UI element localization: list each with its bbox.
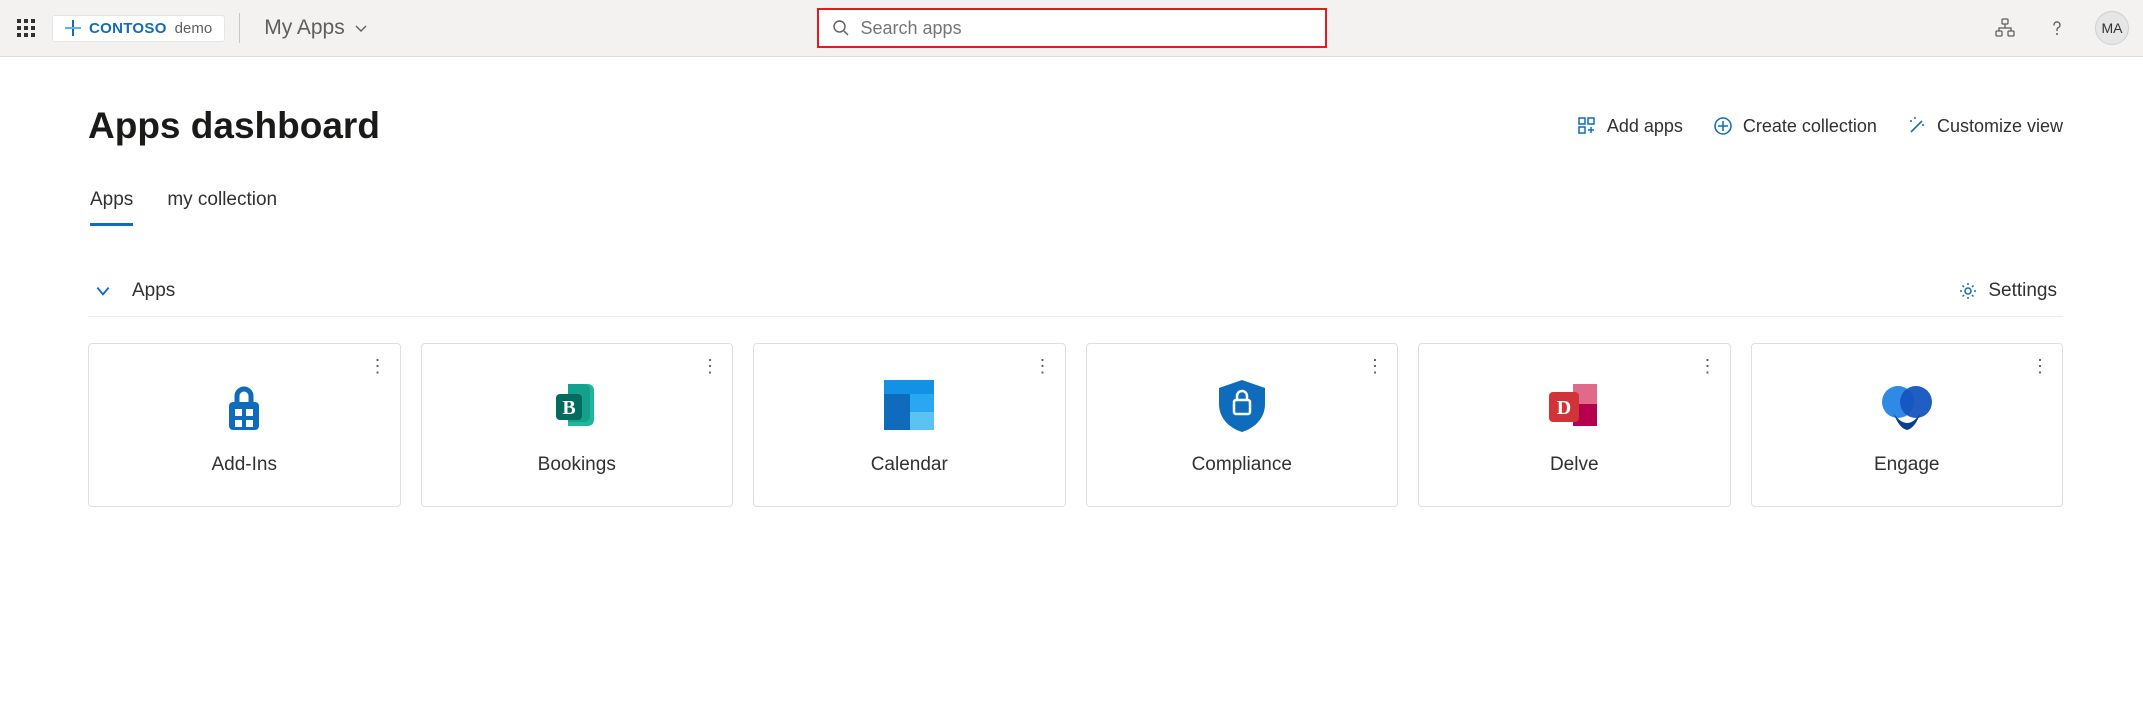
app-label: Calendar [871, 454, 948, 476]
top-bar-right: MA [1991, 11, 2129, 45]
app-label: Delve [1550, 454, 1599, 476]
calendar-icon [878, 374, 940, 436]
tab-my-collection[interactable]: my collection [167, 189, 277, 226]
compliance-icon [1211, 374, 1273, 436]
brand-suffix: demo [175, 20, 213, 37]
help-icon[interactable] [2043, 14, 2071, 42]
create-collection-label: Create collection [1743, 116, 1877, 137]
add-apps-button[interactable]: Add apps [1577, 116, 1683, 137]
search-icon [831, 18, 851, 38]
svg-text:B: B [562, 397, 575, 419]
engage-icon [1876, 374, 1938, 436]
bookings-icon: B [546, 374, 608, 436]
brand-logo[interactable]: CONTOSO demo [52, 15, 225, 42]
page-title: Apps dashboard [88, 105, 380, 147]
app-card-delve[interactable]: ⋮ D Delve [1418, 343, 1731, 507]
search-box[interactable] [817, 8, 1327, 48]
avatar-initials: MA [2102, 20, 2123, 36]
section-divider [88, 316, 2063, 317]
svg-text:D: D [1557, 397, 1571, 419]
search-container [817, 8, 1327, 48]
search-input[interactable] [861, 18, 1313, 39]
create-collection-button[interactable]: Create collection [1713, 116, 1877, 137]
add-apps-label: Add apps [1607, 116, 1683, 137]
more-icon[interactable]: ⋮ [1033, 354, 1053, 378]
more-icon[interactable]: ⋮ [368, 354, 388, 378]
app-label: Compliance [1192, 454, 1292, 476]
more-icon[interactable]: ⋮ [2030, 354, 2050, 378]
tab-apps[interactable]: Apps [90, 189, 133, 226]
top-bar: CONTOSO demo My Apps [0, 0, 2143, 57]
customize-view-button[interactable]: Customize view [1907, 116, 2063, 137]
nav-dropdown[interactable]: My Apps [254, 10, 379, 46]
more-icon[interactable]: ⋮ [1698, 354, 1718, 378]
more-icon[interactable]: ⋮ [1365, 354, 1385, 378]
more-icon[interactable]: ⋮ [700, 354, 720, 378]
command-bar: Add apps Create collection [1577, 116, 2063, 137]
contoso-icon [65, 20, 81, 36]
add-apps-icon [1577, 116, 1597, 136]
settings-button[interactable]: Settings [1958, 280, 2057, 302]
app-card-addins[interactable]: ⋮ Add-Ins [88, 343, 401, 507]
delve-icon: D [1543, 374, 1605, 436]
main-content: Apps dashboard Add apps [0, 57, 2143, 547]
wand-icon [1907, 116, 1927, 136]
avatar[interactable]: MA [2095, 11, 2129, 45]
app-card-bookings[interactable]: ⋮ B Bookings [421, 343, 734, 507]
page-header: Apps dashboard Add apps [88, 105, 2063, 147]
addins-icon [213, 374, 275, 436]
gear-icon [1958, 281, 1978, 301]
divider [239, 13, 240, 43]
chevron-down-icon [353, 20, 369, 36]
section-title: Apps [132, 280, 175, 302]
plus-circle-icon [1713, 116, 1733, 136]
customize-view-label: Customize view [1937, 116, 2063, 137]
app-card-calendar[interactable]: ⋮ Calendar [753, 343, 1066, 507]
app-card-compliance[interactable]: ⋮ Compliance [1086, 343, 1399, 507]
settings-label: Settings [1988, 280, 2057, 302]
apps-grid: ⋮ Add-Ins ⋮ B [88, 343, 2063, 507]
brand-name: CONTOSO [89, 20, 167, 37]
app-card-engage[interactable]: ⋮ Engage [1751, 343, 2064, 507]
tabs: Apps my collection [88, 189, 2063, 226]
app-label: Bookings [538, 454, 616, 476]
org-chart-icon[interactable] [1991, 14, 2019, 42]
chevron-down-icon[interactable] [94, 282, 112, 300]
app-label: Engage [1874, 454, 1940, 476]
app-label: Add-Ins [212, 454, 277, 476]
app-launcher-icon[interactable] [14, 16, 38, 40]
section-header: Apps Settings [88, 280, 2063, 316]
nav-label: My Apps [264, 16, 345, 40]
